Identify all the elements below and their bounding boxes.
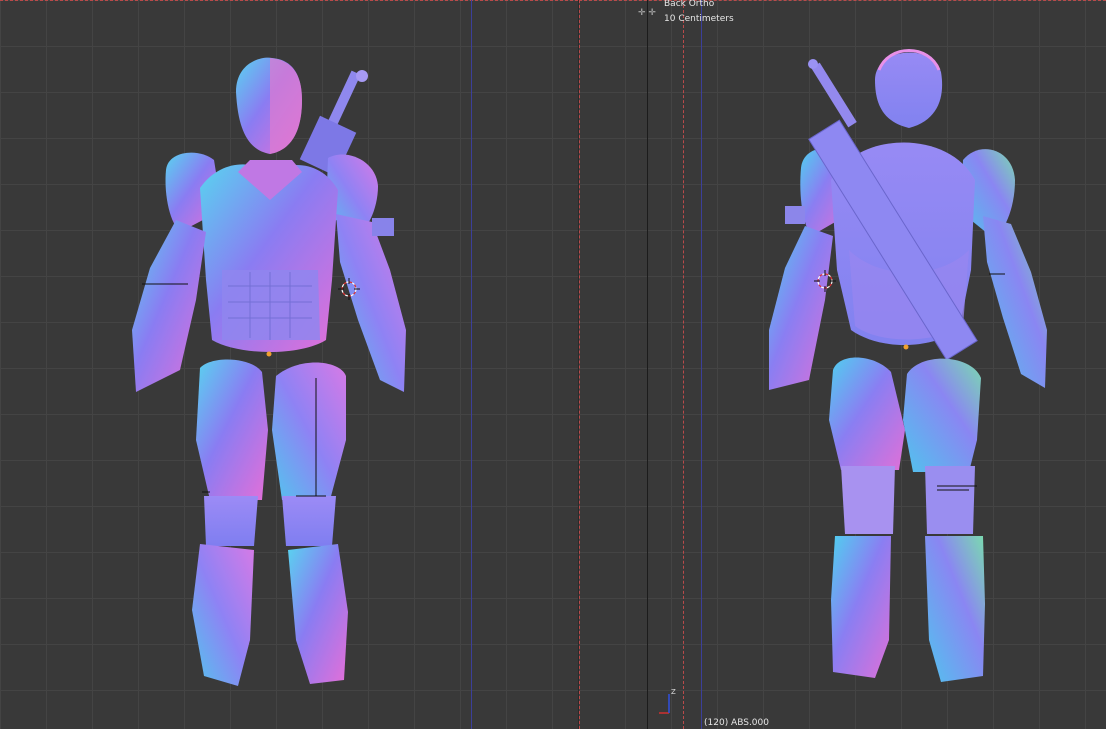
left-boot: [192, 544, 254, 686]
wrist-gadget-back: [785, 206, 805, 224]
right-knee: [282, 496, 336, 546]
right-boot: [288, 544, 348, 684]
model-back-view[interactable]: Z: [579, 0, 1106, 729]
left-boot-back: [831, 536, 891, 678]
left-arm-back: [769, 226, 833, 390]
split-handle-icon[interactable]: ✛ ✛: [638, 8, 658, 18]
frame-info: (120) ABS.000: [704, 718, 769, 728]
wrist-gadget: [372, 218, 394, 236]
view-label: Back Ortho: [664, 0, 715, 9]
scale-label: 10 Centimeters: [664, 14, 734, 24]
right-arm-back: [983, 216, 1047, 388]
right-knee-back: [925, 466, 975, 534]
left-knee: [204, 496, 258, 546]
right-boot-back: [925, 536, 985, 682]
object-origin: [266, 351, 272, 357]
right-thigh-back: [903, 358, 981, 472]
model-front-view[interactable]: [0, 0, 578, 729]
left-thigh-back: [829, 357, 905, 470]
left-thigh: [196, 359, 268, 500]
axis-gizmo-icon: Z: [659, 688, 676, 714]
right-thigh: [272, 362, 346, 500]
right-arm: [336, 214, 406, 392]
left-arm: [132, 220, 206, 392]
object-origin-back: [903, 344, 909, 350]
svg-text:Z: Z: [671, 688, 676, 696]
viewport-back[interactable]: Z Back Ortho 10 Centimeters (120) ABS.00…: [579, 0, 1106, 729]
viewport-front[interactable]: [0, 0, 578, 729]
left-knee-back: [841, 466, 895, 534]
head-back: [875, 52, 943, 128]
